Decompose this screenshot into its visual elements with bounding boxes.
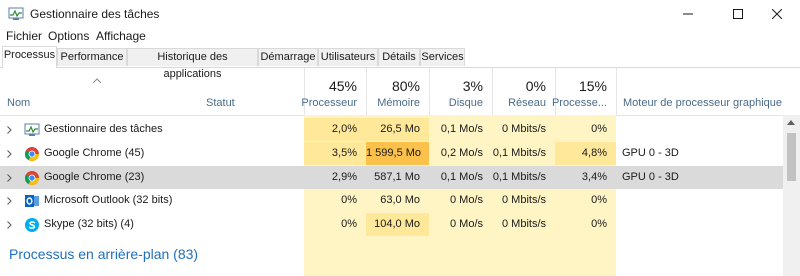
vertical-scrollbar[interactable] (783, 115, 800, 276)
col-disque[interactable]: 3% Disque (429, 68, 492, 115)
col-gpu[interactable]: 15% Processe... (551, 68, 616, 115)
col-disque-label: Disque (448, 97, 483, 109)
window-title: Gestionnaire des tâches (30, 7, 160, 21)
tab-processus[interactable]: Processus (2, 46, 57, 68)
process-row[interactable]: Skype (32 bits) (4) 0% 104,0 Mo 0 Mo/s 0… (0, 213, 783, 236)
col-gpu-label: Processe... (551, 97, 607, 109)
tab-historique[interactable]: Historique des applications (127, 48, 258, 80)
title-bar: Gestionnaire des tâches (0, 0, 800, 28)
menu-bar: Fichier Options Affichage (0, 28, 800, 46)
col-statut-label: Statut (206, 97, 235, 109)
chrome-icon (25, 171, 39, 185)
process-row[interactable]: Google Chrome (45) 3,5% 1 599,5 Mo 0,2 M… (0, 142, 783, 165)
gpu-engine-cell: GPU 0 - 3D (622, 171, 679, 183)
tab-performance[interactable]: Performance (57, 48, 127, 66)
expand-chevron-icon[interactable] (7, 197, 12, 205)
net-total: 0% (525, 78, 546, 94)
process-name: Gestionnaire des tâches (44, 123, 163, 135)
expand-chevron-icon[interactable] (7, 126, 12, 134)
net-cell: 0 Mbits/s (492, 118, 555, 141)
mem-cell: 104,0 Mo (366, 213, 429, 236)
gpu-engine-cell (622, 189, 782, 212)
col-nom[interactable]: Nom (0, 68, 200, 115)
minimize-button[interactable] (665, 0, 711, 28)
chrome-icon (25, 147, 39, 161)
disk-cell: 0 Mo/s (429, 213, 492, 236)
gpu-cell: 3,4% (581, 171, 607, 183)
col-processeur-label: Processeur (301, 97, 357, 109)
mem-cell: 26,5 Mo (366, 118, 429, 141)
mem-total: 80% (391, 78, 420, 94)
background-processes-group[interactable]: Processus en arrière-plan (83) (9, 246, 198, 262)
process-name: Google Chrome (45) (44, 147, 145, 159)
gpu-engine-cell: GPU 0 - 3D (622, 147, 679, 159)
process-name: Skype (32 bits) (4) (44, 218, 134, 230)
col-statut[interactable]: Statut (200, 68, 304, 115)
process-row[interactable]: Google Chrome (23) 2,9% 587,1 Mo 0,1 Mo/… (0, 166, 783, 189)
outlook-icon (25, 195, 39, 207)
net-cell: 0,1 Mbits/s (492, 142, 555, 165)
task-manager-icon (24, 123, 40, 136)
tab-strip: Processus Performance Historique des app… (0, 46, 800, 80)
scrollbar-thumb[interactable] (787, 133, 796, 181)
disk-cell: 0 Mo/s (429, 189, 492, 212)
net-cell: 0 Mbits/s (492, 189, 555, 212)
cpu-cell: 2,0% (304, 118, 366, 141)
cpu-cell: 2,9% (331, 171, 357, 183)
task-manager-app-icon (8, 7, 24, 20)
gpu-engine-cell (622, 213, 782, 236)
close-button[interactable] (754, 0, 800, 28)
gpu-total: 15% (578, 78, 607, 94)
process-row[interactable]: Microsoft Outlook (32 bits) 0% 63,0 Mo 0… (0, 189, 783, 212)
cpu-cell: 0% (304, 213, 366, 236)
net-cell: 0 Mbits/s (492, 213, 555, 236)
process-name: Google Chrome (23) (44, 171, 145, 183)
menu-fichier[interactable]: Fichier (6, 29, 42, 43)
column-header: Nom Statut 45% Processeur 80% Mémoire 3%… (0, 68, 800, 116)
gpu-cell: 0% (555, 189, 616, 212)
col-nom-label: Nom (7, 97, 31, 109)
col-memoire[interactable]: 80% Mémoire (366, 68, 429, 115)
mem-cell: 63,0 Mo (366, 189, 429, 212)
mem-cell: 1 599,5 Mo (366, 142, 429, 165)
col-processeur[interactable]: 45% Processeur (301, 68, 366, 115)
maximize-icon (733, 9, 743, 19)
col-reseau[interactable]: 0% Réseau (492, 68, 555, 115)
menu-affichage[interactable]: Affichage (96, 29, 146, 43)
expand-chevron-icon[interactable] (7, 221, 12, 229)
mem-cell: 587,1 Mo (374, 171, 420, 183)
gpu-cell: 0% (555, 118, 616, 141)
tab-services[interactable]: Services (420, 48, 465, 66)
col-reseau-label: Réseau (508, 97, 546, 109)
menu-options[interactable]: Options (48, 29, 89, 43)
col-moteur-gpu[interactable]: Moteur de processeur graphique (616, 68, 783, 115)
close-icon (772, 9, 782, 19)
col-moteur-gpu-label: Moteur de processeur graphique (623, 97, 782, 109)
tab-utilisateurs[interactable]: Utilisateurs (318, 48, 378, 66)
cpu-cell: 3,5% (304, 142, 366, 165)
col-memoire-label: Mémoire (377, 97, 420, 109)
expand-chevron-icon[interactable] (7, 174, 12, 182)
expand-chevron-icon[interactable] (7, 150, 12, 158)
tab-details[interactable]: Détails (378, 48, 420, 66)
disk-cell: 0,1 Mo/s (429, 118, 492, 141)
disk-cell: 0,2 Mo/s (429, 142, 492, 165)
minimize-icon (683, 13, 693, 15)
cpu-total: 45% (328, 78, 357, 94)
gpu-cell: 0% (555, 213, 616, 236)
scroll-up-icon[interactable] (787, 120, 795, 125)
gpu-cell: 4,8% (555, 142, 616, 165)
gpu-engine-cell (622, 118, 782, 141)
tab-demarrage[interactable]: Démarrage (258, 48, 318, 66)
net-cell: 0,1 Mbits/s (492, 171, 546, 183)
process-row[interactable]: Gestionnaire des tâches 2,0% 26,5 Mo 0,1… (0, 118, 783, 141)
skype-icon (25, 218, 39, 232)
disk-cell: 0,1 Mo/s (440, 171, 483, 183)
cpu-cell: 0% (304, 189, 366, 212)
disk-total: 3% (462, 78, 483, 94)
process-name: Microsoft Outlook (32 bits) (44, 194, 173, 206)
